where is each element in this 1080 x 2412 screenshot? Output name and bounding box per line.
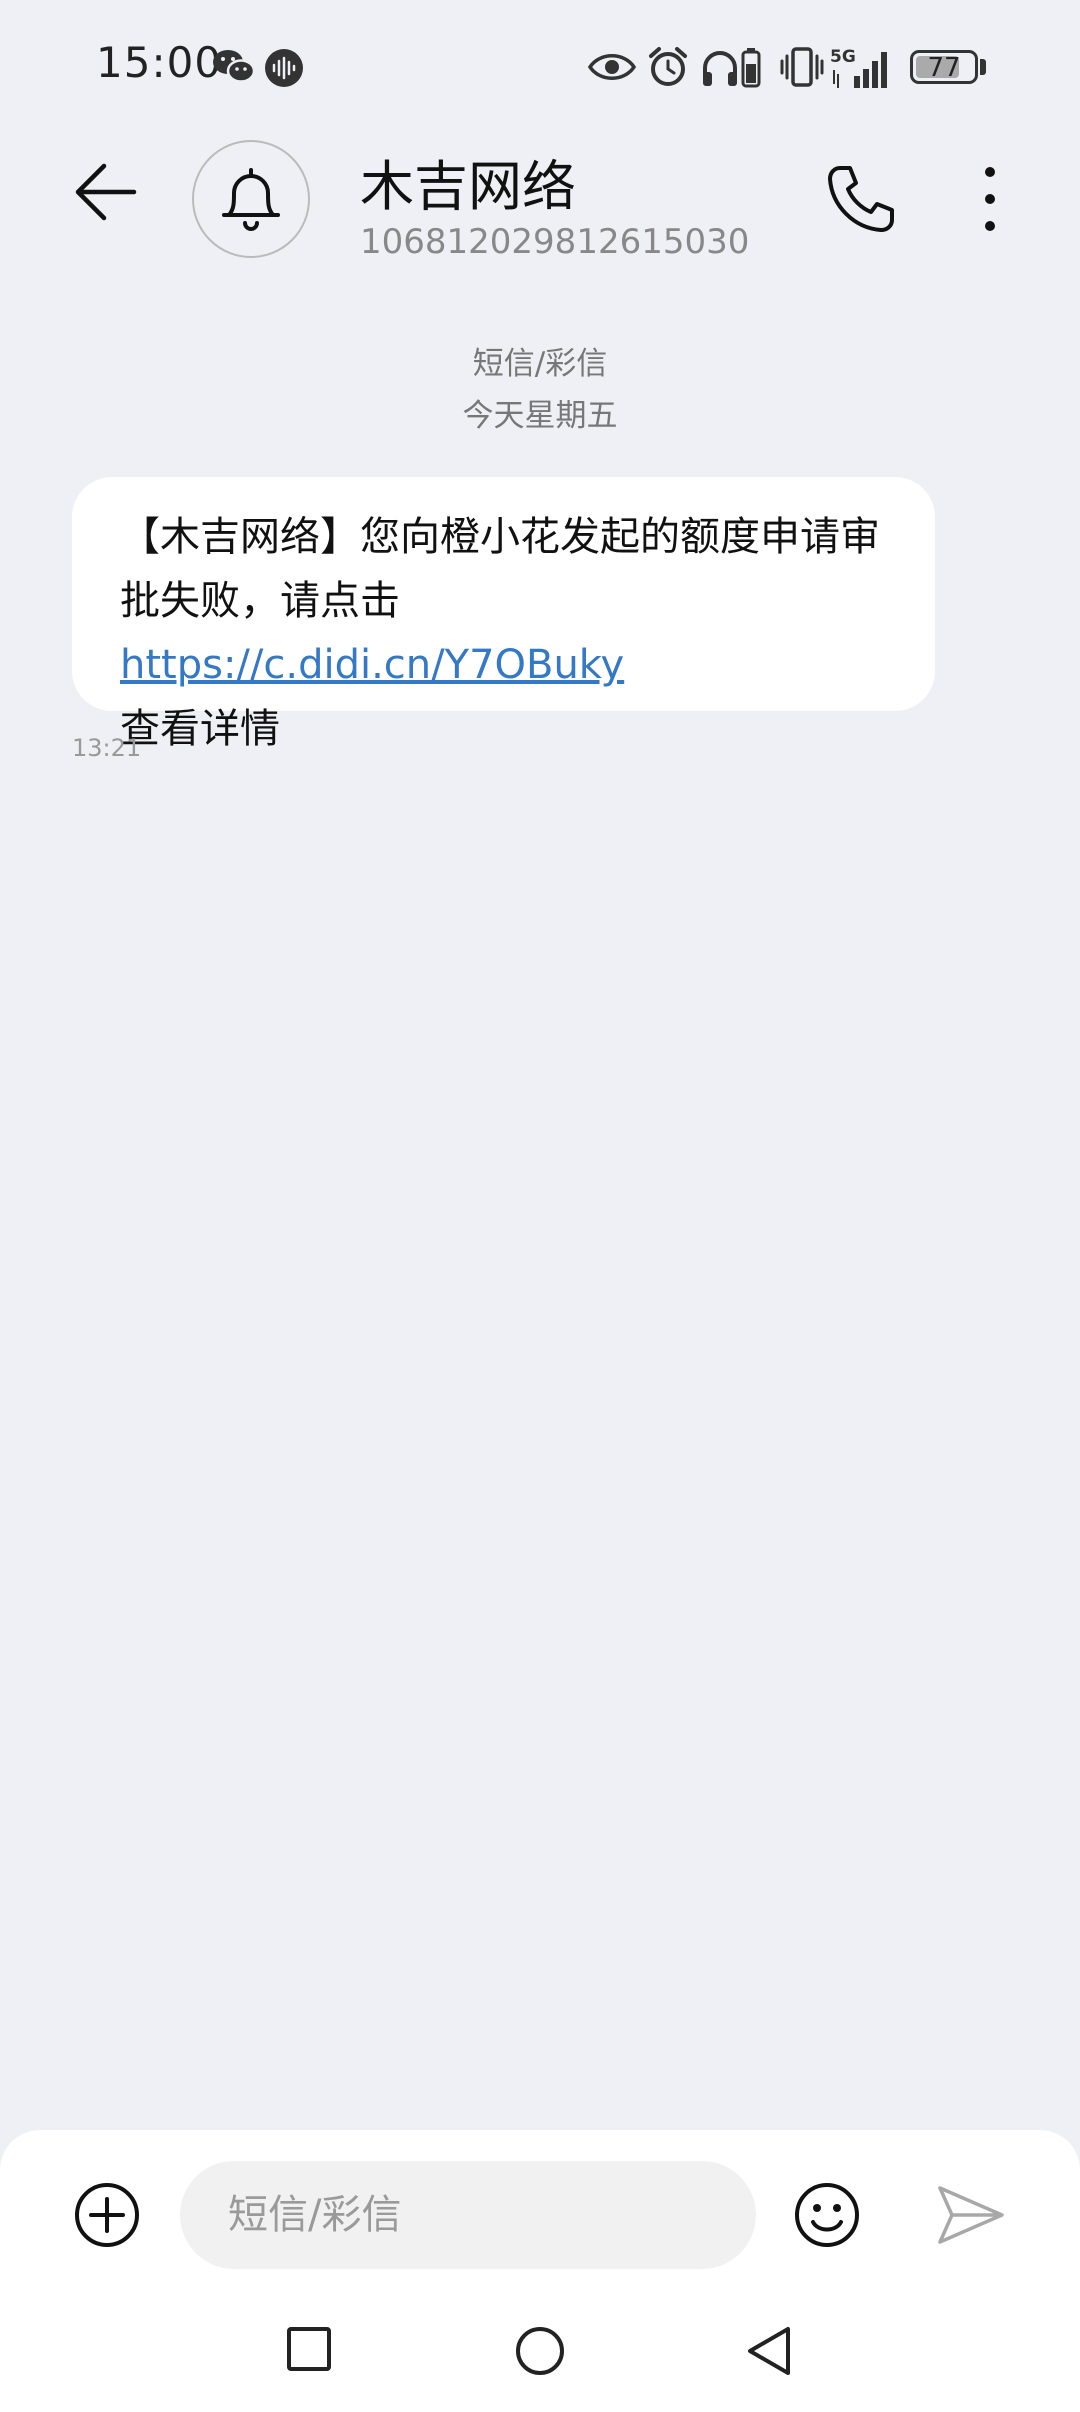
send-icon: [938, 2186, 1004, 2244]
5g-signal-icon: 5G: [830, 47, 887, 88]
message-link[interactable]: https://c.didi.cn/Y7OBuky: [120, 642, 624, 688]
wechat-icon: [213, 50, 256, 83]
call-button[interactable]: [826, 164, 896, 238]
contact-avatar[interactable]: [192, 140, 310, 258]
smiley-icon: [795, 2183, 859, 2247]
home-button[interactable]: [514, 2325, 566, 2381]
plus-circle-icon: [75, 2183, 139, 2247]
message-text-before: 【木吉网络】您向橙小花发起的额度申请审批失败，请点击: [120, 514, 880, 624]
more-vertical-icon: [985, 167, 995, 231]
vibrate-icon: [780, 47, 824, 87]
emoji-button[interactable]: [794, 2182, 860, 2252]
headphone-battery-icon: [741, 48, 761, 88]
voice-recorder-icon: [265, 49, 303, 87]
battery-nub: [980, 59, 986, 75]
message-bubble[interactable]: 【木吉网络】您向橙小花发起的额度申请审批失败，请点击 https://c.didi…: [72, 477, 935, 752]
nav-back-button[interactable]: [744, 2325, 794, 2381]
contact-number: 106812029812615030: [360, 222, 750, 262]
contact-name: 木吉网络: [360, 155, 576, 218]
status-time: 15:00: [96, 38, 223, 87]
triangle-back-icon: [748, 2327, 790, 2375]
message-text-after: 查看详情: [120, 706, 280, 752]
battery-icon: 77: [910, 50, 978, 84]
circle-icon: [516, 2327, 564, 2375]
phone-icon: [828, 166, 894, 232]
square-icon: [287, 2327, 331, 2371]
status-bar: 15:00 5G 77: [0, 0, 1080, 130]
thread-date: 今天星期五: [462, 398, 618, 434]
back-button[interactable]: [72, 162, 140, 226]
message-text: 【木吉网络】您向橙小花发起的额度申请审批失败，请点击 https://c.didi…: [120, 505, 895, 761]
bell-icon: [222, 168, 280, 231]
eye-comfort-icon: [588, 54, 636, 80]
more-options-button[interactable]: [966, 164, 1014, 238]
alarm-icon: [649, 47, 687, 86]
arrow-left-icon: [75, 163, 137, 221]
battery-level: 77: [927, 53, 961, 83]
message-timestamp: 13:21: [72, 734, 142, 762]
svg-text:5G: 5G: [830, 47, 856, 67]
headphones-icon: [703, 51, 737, 86]
message-type-label: 短信/彩信: [472, 346, 608, 382]
recent-apps-button[interactable]: [285, 2325, 333, 2377]
add-attachment-button[interactable]: [74, 2182, 140, 2252]
send-button[interactable]: [936, 2184, 1006, 2250]
message-input[interactable]: [180, 2161, 756, 2269]
